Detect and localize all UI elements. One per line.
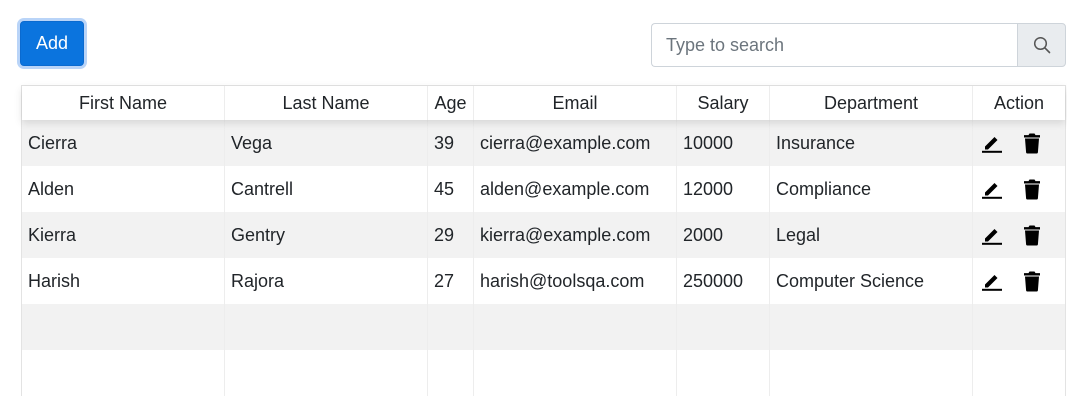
table-header-row: First Name Last Name Age Email Salary De… bbox=[22, 86, 1065, 120]
cell-last-name: Rajora bbox=[225, 258, 428, 304]
delete-icon[interactable] bbox=[1023, 225, 1041, 246]
cell-first-name: Kierra bbox=[22, 212, 225, 258]
users-table: First Name Last Name Age Email Salary De… bbox=[21, 85, 1066, 396]
cell-salary: 250000 bbox=[677, 258, 770, 304]
column-header-age[interactable]: Age bbox=[428, 86, 474, 120]
cell-email: alden@example.com bbox=[474, 166, 677, 212]
table-row: Kierra Gentry 29 kierra@example.com 2000… bbox=[22, 212, 1065, 258]
cell-email: harish@toolsqa.com bbox=[474, 258, 677, 304]
table-row: Harish Rajora 27 harish@toolsqa.com 2500… bbox=[22, 258, 1065, 304]
cell-department: Compliance bbox=[770, 166, 973, 212]
cell-email: kierra@example.com bbox=[474, 212, 677, 258]
column-header-first-name[interactable]: First Name bbox=[22, 86, 225, 120]
edit-icon[interactable] bbox=[981, 179, 1003, 199]
cell-department: Computer Science bbox=[770, 258, 973, 304]
search-box bbox=[651, 23, 1066, 67]
delete-icon[interactable] bbox=[1023, 179, 1041, 200]
cell-last-name: Gentry bbox=[225, 212, 428, 258]
cell-first-name: Alden bbox=[22, 166, 225, 212]
cell-salary: 10000 bbox=[677, 120, 770, 166]
cell-department: Insurance bbox=[770, 120, 973, 166]
cell-action bbox=[973, 212, 1065, 258]
cell-first-name: Harish bbox=[22, 258, 225, 304]
cell-age: 45 bbox=[428, 166, 474, 212]
cell-age: 39 bbox=[428, 120, 474, 166]
cell-email: cierra@example.com bbox=[474, 120, 677, 166]
cell-action bbox=[973, 258, 1065, 304]
edit-icon[interactable] bbox=[981, 225, 1003, 245]
search-input[interactable] bbox=[651, 23, 1017, 67]
table-row: Cierra Vega 39 cierra@example.com 10000 … bbox=[22, 120, 1065, 166]
table-row-empty bbox=[22, 350, 1065, 396]
column-header-last-name[interactable]: Last Name bbox=[225, 86, 428, 120]
column-header-action: Action bbox=[993, 92, 1045, 113]
column-header-department[interactable]: Department bbox=[770, 86, 973, 120]
column-header-email[interactable]: Email bbox=[474, 86, 677, 120]
cell-age: 27 bbox=[428, 258, 474, 304]
cell-salary: 2000 bbox=[677, 212, 770, 258]
cell-last-name: Cantrell bbox=[225, 166, 428, 212]
add-button[interactable]: Add bbox=[20, 21, 84, 66]
cell-department: Legal bbox=[770, 212, 973, 258]
search-button[interactable] bbox=[1017, 23, 1066, 67]
delete-icon[interactable] bbox=[1023, 271, 1041, 292]
cell-salary: 12000 bbox=[677, 166, 770, 212]
edit-icon[interactable] bbox=[981, 271, 1003, 291]
edit-icon[interactable] bbox=[981, 133, 1003, 153]
cell-age: 29 bbox=[428, 212, 474, 258]
cell-first-name: Cierra bbox=[22, 120, 225, 166]
table-row: Alden Cantrell 45 alden@example.com 1200… bbox=[22, 166, 1065, 212]
table-row-empty bbox=[22, 304, 1065, 350]
cell-action bbox=[973, 120, 1065, 166]
delete-icon[interactable] bbox=[1023, 133, 1041, 154]
column-header-salary[interactable]: Salary bbox=[677, 86, 770, 120]
cell-action bbox=[973, 166, 1065, 212]
cell-last-name: Vega bbox=[225, 120, 428, 166]
search-icon bbox=[1033, 36, 1050, 54]
